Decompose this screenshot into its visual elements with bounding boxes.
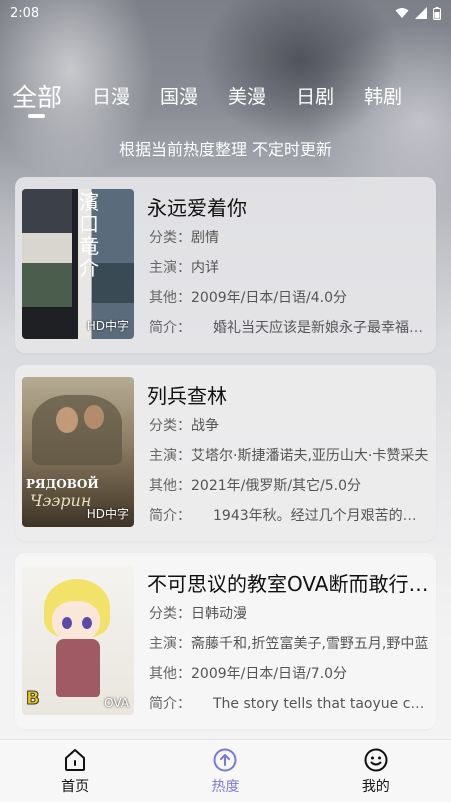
tab-japanese-anime[interactable]: 日漫 [92,72,130,109]
item-category: 分类：战争 [149,418,219,434]
item-intro: 简介：1943年秋。经过几个月艰苦的战斗之后 [149,508,429,524]
item-title: 永远爱着你 [147,196,247,220]
nav-trending-label: 热度 [211,778,240,795]
tab-all[interactable]: 全部 [12,72,62,118]
quality-badge: HD中字 [86,507,129,521]
nav-home[interactable]: 首页 [15,747,135,796]
item-cast: 主演：艾塔尔·斯捷潘诺夫,亚历山大·卡赞采夫 [149,448,429,464]
poster-title: 濱口竜介 [79,190,99,280]
ranking-subtitle: 根据当前热度整理 不定时更新 [118,140,333,159]
quality-badge: OVA [104,696,129,710]
smiley-icon [364,748,388,771]
item-other: 其他：2009年/日本/日语/4.0分 [149,290,348,306]
tab-japanese-drama[interactable]: 日剧 [296,72,334,109]
wifi-icon [395,8,409,18]
list-item[interactable]: B OVA 不可思议的教室OVA断而敢行之鬼神避之 分类：日韩动漫 主演：斋藤千… [15,553,436,729]
nav-home-label: 首页 [61,778,90,795]
poster-image: 濱口竜介 HD中字 [22,189,134,339]
category-tabs: 全部 日漫 国漫 美漫 日剧 韩剧 [0,72,451,122]
item-cast: 主演：斋藤千和,折笠富美子,雪野五月,野中蓝 [149,636,429,652]
status-bar: 2:08 [0,0,451,26]
poster-image: B OVA [22,565,134,715]
home-icon [65,748,86,771]
item-category: 分类：剧情 [149,230,219,246]
list-item[interactable]: РЯДОВОЙ Чээрин HD中字 列兵查林 分类：战争 主演：艾塔尔·斯捷… [15,365,436,541]
tab-american-comics[interactable]: 美漫 [228,72,266,109]
battery-icon [433,6,441,20]
item-other: 其他：2009年/日本/日语/7.0分 [149,666,348,682]
tab-chinese-anime[interactable]: 国漫 [160,72,198,109]
status-time: 2:08 [10,5,40,21]
poster-image: РЯДОВОЙ Чээрин HD中字 [22,377,134,527]
bottom-navigation: 首页 热度 我的 [0,739,451,802]
poster-title: РЯДОВОЙ [26,477,99,491]
nav-profile[interactable]: 我的 [316,747,436,796]
poster-subtitle: Чээрин [30,491,92,510]
item-title: 列兵查林 [147,384,227,408]
nav-trending[interactable]: 热度 [165,747,285,796]
poster-logo: B [26,688,41,710]
item-intro: 简介：The story tells that taoyue college i… [149,696,429,712]
item-cast: 主演：内详 [149,260,219,276]
signal-icon [415,7,427,19]
quality-badge: HD中字 [86,319,129,333]
status-icons [395,6,441,20]
list-item[interactable]: 濱口竜介 HD中字 永远爱着你 分类：剧情 主演：内详 其他：2009年/日本/… [15,177,436,353]
item-category: 分类：日韩动漫 [149,606,247,622]
upload-circle-icon [213,748,237,771]
item-title: 不可思议的教室OVA断而敢行之鬼神避之 [147,572,429,596]
item-intro: 简介：婚礼当天应该是新娘永子最幸福的一天，但是她却一直心神不宁 [149,320,429,336]
item-other: 其他：2021年/俄罗斯/其它/5.0分 [149,478,362,494]
nav-profile-label: 我的 [361,778,390,795]
tab-korean-drama[interactable]: 韩剧 [364,72,402,109]
